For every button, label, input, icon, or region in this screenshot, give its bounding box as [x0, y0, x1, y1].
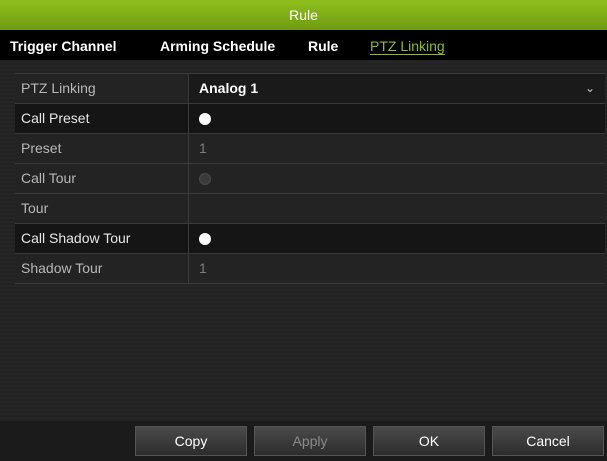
call-tour-label: Call Tour	[15, 164, 189, 193]
shadow-tour-value[interactable]: 1	[189, 254, 605, 283]
row-tour: Tour	[15, 194, 605, 224]
dialog-title-bar: Rule	[0, 0, 607, 30]
row-call-tour: Call Tour	[15, 164, 605, 194]
call-shadow-tour-cell	[189, 224, 605, 253]
shadow-tour-label: Shadow Tour	[15, 254, 189, 283]
call-shadow-tour-checkbox[interactable]	[199, 233, 211, 245]
call-preset-checkbox[interactable]	[199, 113, 211, 125]
call-tour-cell	[189, 164, 605, 193]
chevron-down-icon: ⌄	[584, 81, 595, 95]
ptz-linking-select[interactable]: Analog 1 ⌄	[189, 74, 605, 103]
preset-value[interactable]: 1	[189, 134, 605, 163]
button-bar: Copy Apply OK Cancel	[0, 421, 607, 461]
preset-label: Preset	[15, 134, 189, 163]
tab-arming-schedule[interactable]: Arming Schedule	[160, 38, 275, 54]
ptz-linking-form: PTZ Linking Analog 1 ⌄ Call Preset Prese…	[15, 73, 605, 284]
tour-value[interactable]	[189, 194, 605, 223]
call-preset-cell	[189, 104, 605, 133]
tab-bar: Trigger Channel Arming Schedule Rule PTZ…	[0, 30, 607, 60]
call-tour-checkbox[interactable]	[199, 173, 211, 185]
apply-button[interactable]: Apply	[254, 426, 366, 456]
ptz-linking-selected-value: Analog 1	[199, 80, 259, 96]
call-preset-label: Call Preset	[15, 104, 189, 133]
row-preset: Preset 1	[15, 134, 605, 164]
cancel-button[interactable]: Cancel	[492, 426, 604, 456]
row-shadow-tour: Shadow Tour 1	[15, 254, 605, 284]
row-ptz-linking: PTZ Linking Analog 1 ⌄	[15, 73, 605, 104]
tab-ptz-linking[interactable]: PTZ Linking	[370, 38, 445, 54]
ok-button[interactable]: OK	[373, 426, 485, 456]
settings-panel: PTZ Linking Analog 1 ⌄ Call Preset Prese…	[0, 60, 607, 421]
dialog-title: Rule	[289, 7, 318, 23]
tab-trigger-channel[interactable]: Trigger Channel	[10, 38, 117, 54]
row-call-shadow-tour: Call Shadow Tour	[15, 224, 605, 254]
ptz-linking-label: PTZ Linking	[15, 74, 189, 103]
call-shadow-tour-label: Call Shadow Tour	[15, 224, 189, 253]
tour-label: Tour	[15, 194, 189, 223]
tab-rule[interactable]: Rule	[308, 38, 338, 54]
row-call-preset: Call Preset	[15, 104, 605, 134]
copy-button[interactable]: Copy	[135, 426, 247, 456]
